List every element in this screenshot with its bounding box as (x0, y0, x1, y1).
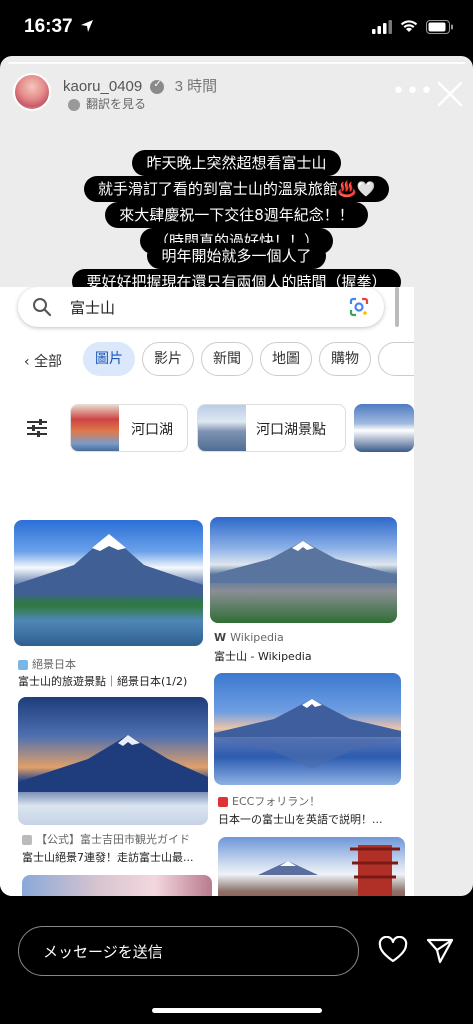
result-title-3: 富士山絕景7連發！走訪富士山最... (22, 851, 194, 864)
result-title-2: 富士山 - Wikipedia (214, 650, 312, 663)
scrollbar (395, 287, 399, 327)
more-options-icon[interactable]: ••• (392, 79, 434, 104)
tab-shopping: 購物 (319, 342, 371, 376)
heart-icon[interactable] (378, 936, 408, 964)
embedded-search-screenshot: 富士山 ‹ 全部 圖片 影片 新聞 地圖 購物 河口湖 河口湖景點 絕景日本 富… (0, 287, 414, 896)
message-input[interactable]: メッセージを送信 (18, 926, 359, 976)
translate-label: 翻訳を見る (86, 97, 147, 111)
tab-images: 圖片 (83, 342, 135, 376)
related-chips: 河口湖 河口湖景點 (0, 404, 414, 454)
chip-thumbnail (354, 404, 414, 452)
chip-kawaguchiko: 河口湖 (70, 404, 188, 452)
story-progress-bar (8, 62, 465, 64)
favicon (218, 797, 228, 807)
result-source-3: 【公式】富士吉田市観光ガイド (22, 831, 190, 847)
username[interactable]: kaoru_0409 (63, 78, 142, 95)
search-query: 富士山 (70, 299, 116, 317)
translate-link[interactable]: 翻訳を見る (68, 95, 146, 112)
signal-icon (372, 20, 392, 34)
result-source-1: 絕景日本 (18, 656, 76, 672)
result-image-3 (18, 697, 208, 825)
story-viewer[interactable]: kaoru_0409 3 時間 翻訳を見る ••• 昨天晚上突然超想看富士山 就… (0, 56, 473, 896)
result-source-4: ECCフォリラン！ (218, 793, 320, 809)
search-bar: 富士山 (18, 287, 384, 327)
search-tabs: ‹ 全部 圖片 影片 新聞 地圖 購物 (0, 342, 414, 380)
story-caption-1: 昨天晚上突然超想看富士山 就手滑訂了看的到富士山的溫泉旅館♨️🤍 來大肆慶祝一下… (0, 150, 473, 254)
caption-line: 昨天晚上突然超想看富士山 (132, 150, 341, 176)
favicon (22, 835, 32, 845)
status-time: 16:37 (24, 16, 73, 37)
wikipedia-icon: W (214, 631, 227, 644)
result-source-label: 絕景日本 (32, 658, 76, 671)
send-icon[interactable] (426, 937, 454, 965)
pagoda-graphic (258, 845, 400, 896)
location-arrow-icon (81, 20, 93, 32)
chip-thumbnail (71, 405, 119, 451)
translate-icon (68, 98, 80, 111)
caption-line: 明年開始就多一個人了 (147, 243, 326, 269)
mountain-graphic (214, 699, 401, 769)
avatar[interactable] (13, 73, 51, 111)
favicon (18, 660, 28, 670)
close-icon[interactable] (436, 80, 464, 108)
tab-videos: 影片 (142, 342, 194, 376)
google-lens-icon (349, 297, 369, 317)
result-title-4: 日本一の富士山を英語で説明！... (218, 813, 383, 826)
tab-maps: 地圖 (260, 342, 312, 376)
story-header[interactable]: kaoru_0409 3 時間 (63, 75, 217, 96)
search-icon (33, 298, 52, 317)
result-title-1: 富士山的旅遊景點｜絕景日本(1/2) (18, 675, 188, 688)
tab-all: ‹ 全部 (24, 354, 63, 370)
chip-label: 河口湖 (131, 422, 173, 438)
caption-line: 來大肆慶祝一下交往8週年紀念！！ (105, 202, 368, 228)
result-image-5 (22, 875, 212, 896)
result-image-4 (214, 673, 401, 785)
post-time: 3 時間 (174, 78, 218, 95)
chip-label: 河口湖景點 (256, 422, 326, 438)
message-placeholder: メッセージを送信 (43, 943, 163, 961)
chip-kawaguchiko-spots: 河口湖景點 (197, 404, 346, 452)
filter-sliders-icon (27, 419, 47, 437)
mountain-graphic (18, 735, 208, 792)
tab-more (378, 342, 414, 376)
result-source-label: Wikipedia (230, 631, 284, 644)
result-image-2 (210, 517, 397, 623)
result-source-label: 【公式】富士吉田市観光ガイド (36, 833, 190, 846)
tab-all-label: 全部 (34, 354, 63, 370)
result-source-2: W Wikipedia (214, 631, 284, 644)
caption-line: 就手滑訂了看的到富士山的溫泉旅館♨️🤍 (83, 176, 390, 202)
mountain-graphic (210, 541, 397, 583)
verified-badge-icon (150, 79, 165, 95)
result-source-label: ECCフォリラン！ (232, 795, 321, 808)
chip-thumbnail (198, 405, 246, 451)
status-bar: 16:37 (0, 0, 473, 56)
wifi-icon (400, 20, 418, 32)
result-image-1 (14, 520, 203, 646)
chip-partial (354, 404, 414, 452)
result-image-6 (218, 837, 405, 896)
home-indicator (152, 1008, 322, 1013)
tab-news: 新聞 (201, 342, 253, 376)
battery-icon (426, 20, 453, 34)
mountain-graphic (14, 534, 203, 596)
